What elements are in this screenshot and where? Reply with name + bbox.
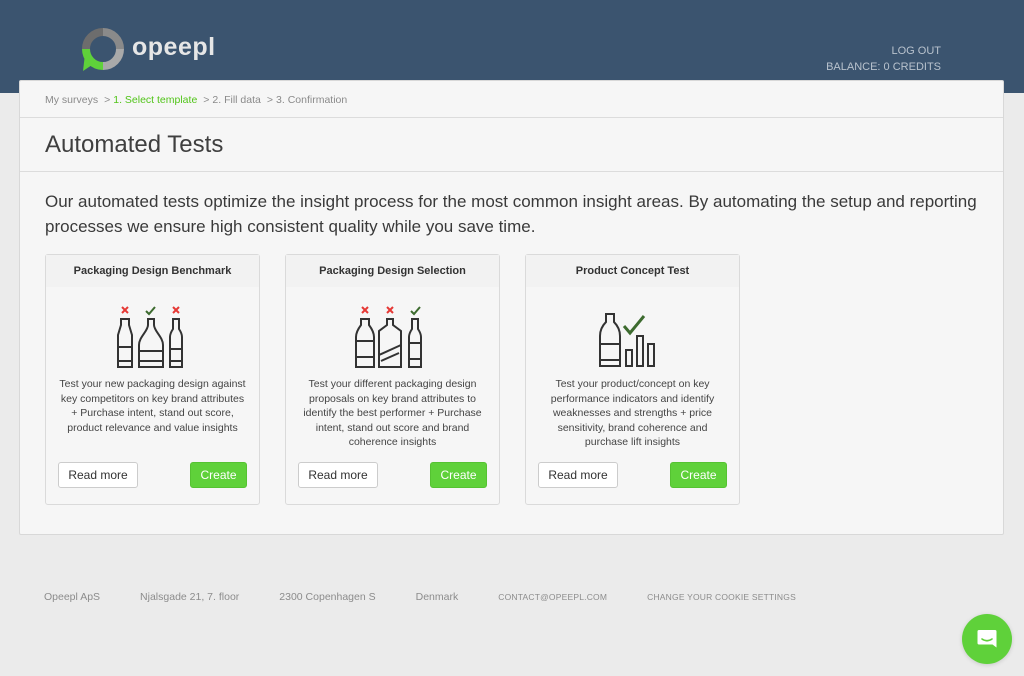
logout-link[interactable]: LOG OUT bbox=[826, 43, 941, 59]
logo-icon bbox=[82, 28, 124, 71]
create-button[interactable]: Create bbox=[430, 462, 487, 488]
red-x-mark-icon bbox=[171, 306, 180, 314]
breadcrumb-fill-data: 2. Fill data bbox=[212, 94, 261, 106]
footer-email-link[interactable]: CONTACT@OPEEPL.COM bbox=[498, 592, 607, 602]
read-more-button[interactable]: Read more bbox=[58, 462, 138, 488]
card-description: Test your new packaging design against k… bbox=[59, 378, 246, 434]
test-cards: Packaging Design Benchmark Test your new… bbox=[45, 254, 765, 505]
footer: Opeepl ApS Njalsgade 21, 7. floor 2300 C… bbox=[44, 591, 836, 603]
check-mark-icon bbox=[409, 306, 421, 316]
chat-launcher-button[interactable] bbox=[962, 614, 1012, 664]
breadcrumb-separator: > bbox=[203, 94, 210, 106]
footer-country: Denmark bbox=[415, 591, 459, 603]
breadcrumb-my-surveys[interactable]: My surveys bbox=[45, 94, 98, 106]
card-description: Test your different packaging design pro… bbox=[303, 378, 482, 448]
breadcrumb-separator: > bbox=[104, 94, 111, 106]
card-description: Test your product/concept on key perform… bbox=[550, 378, 715, 448]
breadcrumb-select-template: 1. Select template bbox=[113, 94, 198, 106]
chat-icon bbox=[977, 630, 997, 648]
breadcrumb: My surveys >1. Select template >2. Fill da… bbox=[20, 81, 1003, 118]
brand-logo[interactable]: opeepl bbox=[82, 28, 216, 72]
check-mark-icon bbox=[144, 306, 156, 316]
card-title: Packaging Design Selection bbox=[286, 255, 499, 287]
three-bottles-right-selected-icon bbox=[354, 306, 422, 368]
brand-name: opeepl bbox=[132, 32, 216, 61]
account-area: LOG OUT BALANCE: 0 CREDITS bbox=[826, 43, 941, 75]
balance-text: BALANCE: 0 CREDITS bbox=[826, 61, 941, 73]
create-button[interactable]: Create bbox=[190, 462, 247, 488]
breadcrumb-separator: > bbox=[266, 94, 274, 106]
footer-street: Njalsgade 21, 7. floor bbox=[140, 591, 240, 603]
footer-city: 2300 Copenhagen S bbox=[279, 591, 376, 603]
test-card-packaging-selection: Packaging Design Selection Test your dif… bbox=[285, 254, 500, 505]
red-x-mark-icon bbox=[120, 306, 129, 314]
read-more-button[interactable]: Read more bbox=[298, 462, 378, 488]
check-mark-icon bbox=[622, 315, 645, 336]
red-x-mark-icon bbox=[385, 306, 394, 314]
bottle-bar-chart-check-icon bbox=[598, 313, 655, 367]
three-bottles-middle-selected-icon bbox=[116, 306, 183, 368]
read-more-button[interactable]: Read more bbox=[538, 462, 618, 488]
intro-text: Our automated tests optimize the insight… bbox=[45, 192, 977, 236]
footer-company: Opeepl ApS bbox=[44, 591, 101, 603]
card-title: Packaging Design Benchmark bbox=[46, 255, 259, 287]
page-title: Automated Tests bbox=[45, 131, 224, 158]
title-row: Automated Tests bbox=[20, 118, 1003, 172]
main-panel: My surveys >1. Select template >2. Fill da… bbox=[19, 80, 1004, 535]
breadcrumb-confirmation: 3. Confirmation bbox=[276, 94, 348, 106]
cookie-settings-link[interactable]: CHANGE YOUR COOKIE SETTINGS bbox=[647, 592, 796, 602]
test-card-packaging-benchmark: Packaging Design Benchmark Test your new… bbox=[45, 254, 260, 505]
create-button[interactable]: Create bbox=[670, 462, 727, 488]
card-title: Product Concept Test bbox=[526, 255, 739, 287]
test-card-product-concept: Product Concept Test Test your product/c… bbox=[525, 254, 740, 505]
red-x-mark-icon bbox=[360, 306, 369, 314]
